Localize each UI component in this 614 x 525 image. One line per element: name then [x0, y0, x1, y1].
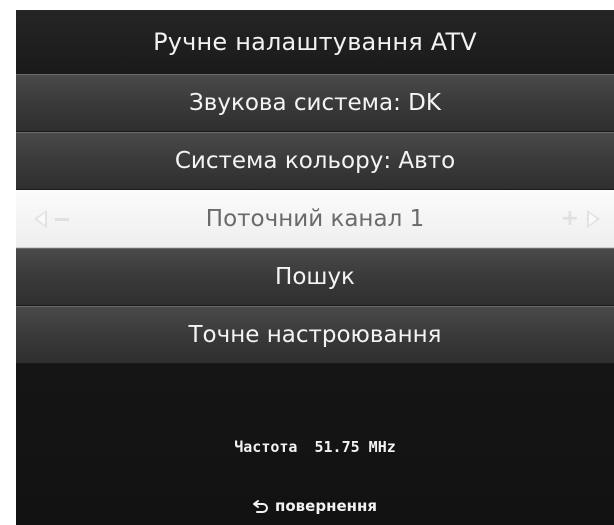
increase-control[interactable]: +	[561, 208, 600, 230]
minus-icon	[55, 217, 69, 221]
menu-item-label: Поточний канал 1	[205, 206, 425, 232]
arrow-right-icon	[587, 210, 600, 228]
menu-item-color-system[interactable]: Система кольору: Авто	[16, 132, 614, 190]
menu-item-label: Точне настроювання	[188, 322, 442, 348]
frequency-readout: Частота 51.75 MHz	[16, 438, 614, 456]
menu-list: Звукова система: DK Система кольору: Авт…	[16, 74, 614, 364]
return-arrow-icon	[253, 500, 268, 513]
frequency-value: 51.75 MHz	[314, 438, 396, 456]
decrease-control[interactable]	[34, 210, 69, 228]
menu-item-label: Система кольору: Авто	[174, 148, 456, 174]
tv-menu-screen: Ручне налаштування ATV Звукова система: …	[16, 10, 614, 525]
menu-item-fine-tuning[interactable]: Точне настроювання	[16, 306, 614, 364]
menu-item-label: Звукова система: DK	[189, 90, 441, 116]
back-label: повернення	[275, 497, 377, 515]
arrow-left-icon	[34, 210, 47, 228]
plus-icon: +	[560, 206, 579, 231]
menu-item-sound-system[interactable]: Звукова система: DK	[16, 74, 614, 132]
menu-item-label: Пошук	[275, 264, 355, 290]
menu-item-search[interactable]: Пошук	[16, 248, 614, 306]
frequency-label: Частота	[234, 438, 298, 456]
menu-item-current-channel[interactable]: Поточний канал 1 +	[16, 190, 614, 248]
menu-title: Ручне налаштування ATV	[16, 10, 614, 74]
back-button[interactable]: повернення	[16, 497, 614, 515]
